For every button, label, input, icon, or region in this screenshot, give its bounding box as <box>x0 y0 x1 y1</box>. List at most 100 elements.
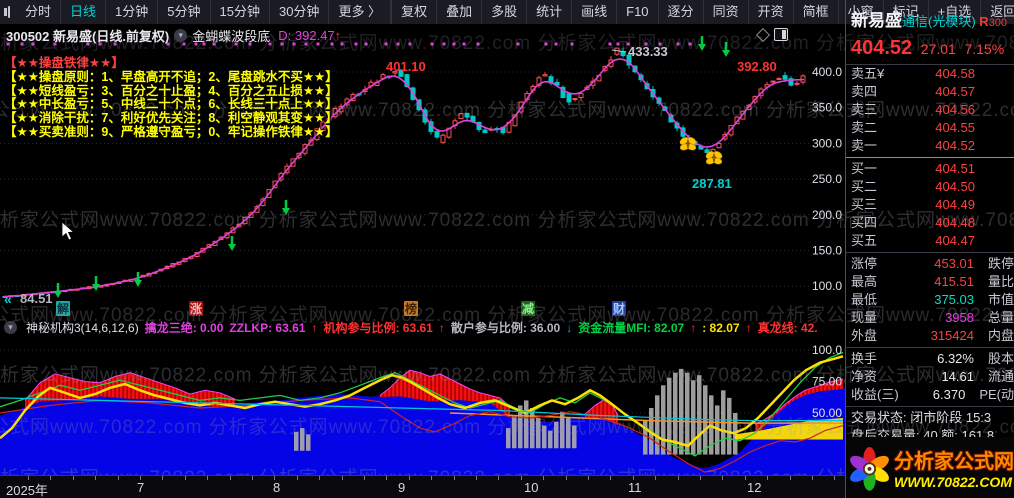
layout-window-icon[interactable] <box>4 6 10 18</box>
stats-block-1: 涨停 453.01 跌停 最高 415.51 量比 最低 375.03 市值 现量 3958 总量 外盘… <box>845 255 1014 345</box>
stat-row-现量: 现量 3958 总量 <box>845 309 1014 327</box>
stat-value: 14.61 <box>941 369 974 384</box>
indicator-value: 神秘机构3(14,6,12,6) <box>26 320 139 335</box>
ask-row-卖二[interactable]: 卖二 404.55 <box>845 119 1014 137</box>
level-price: 404.51 <box>935 161 975 176</box>
stat-label-2: 跌停 <box>987 256 1014 271</box>
event-marker-榜[interactable]: 榜 <box>404 301 418 316</box>
ask-row-卖三[interactable]: 卖三 404.56 <box>845 101 1014 119</box>
stats-block-2: 换手 6.32% 股本 净资 14.61 流通 收益(三) 6.370 PE(动 <box>845 350 1014 404</box>
stat-row-外盘: 外盘 315424 内盘 <box>845 327 1014 345</box>
menu-item-30分钟[interactable]: 30分钟 <box>270 0 330 24</box>
event-marker-涨[interactable]: 涨 <box>189 301 203 316</box>
menu-item-逐分[interactable]: 逐分 <box>659 0 704 24</box>
stat-row-换手: 换手 6.32% 股本 <box>845 350 1014 368</box>
trading-rules-overlay: 【★★操盘铁律★★】 【★★操盘原则：1、早盘高开不追；2、尾盘跳水不买★★】【… <box>4 56 338 140</box>
stat-label: 净资 <box>851 369 878 384</box>
level-label: 卖四 <box>851 84 878 99</box>
axis-tick <box>162 476 163 480</box>
menu-item-1分钟[interactable]: 1分钟 <box>106 0 159 24</box>
axis-tick <box>409 476 410 480</box>
divider <box>845 252 1014 253</box>
sell-signal-arrow-icon <box>92 276 100 291</box>
menu-item-开资[interactable]: 开资 <box>749 0 794 24</box>
stat-label: 涨停 <box>851 256 878 271</box>
menu-item-同资[interactable]: 同资 <box>704 0 749 24</box>
event-marker-减[interactable]: 减 <box>521 301 535 316</box>
menu-item-画线[interactable]: 画线 <box>572 0 618 24</box>
axis-tick <box>274 476 275 480</box>
divider <box>845 406 1014 407</box>
date-axis: 2025年 7 8 9 10 11 12 <box>0 475 845 498</box>
level-price: 404.56 <box>935 102 975 117</box>
bid-row-买三[interactable]: 买三 404.49 <box>845 196 1014 214</box>
stat-value: 6.370 <box>932 387 966 402</box>
svg-text:200.0: 200.0 <box>812 208 842 222</box>
menu-item-统计[interactable]: 统计 <box>527 0 573 24</box>
level-price: 404.50 <box>935 179 975 194</box>
stat-label: 收益(三) <box>851 387 899 402</box>
svg-text:400.0: 400.0 <box>812 65 842 79</box>
axis-tick <box>140 476 141 480</box>
menu-item-叠加[interactable]: 叠加 <box>437 0 483 24</box>
indicator-value: ↑ <box>438 320 445 335</box>
trading-app-window: 分时 日线 1分钟 5分钟 15分钟 30分钟 更多 〉 复权 叠加 多股 统计 画线 F10 逐分 同资… <box>0 0 1014 498</box>
menu-item-复权[interactable]: 复权 <box>392 0 438 24</box>
event-marker-财[interactable]: 财 <box>612 301 626 316</box>
axis-tick <box>834 476 835 480</box>
menu-item-15分钟[interactable]: 15分钟 <box>211 0 270 24</box>
svg-text:100.0: 100.0 <box>812 279 842 293</box>
axis-tick <box>185 476 186 480</box>
level-label: 买五 <box>851 233 878 248</box>
site-logo[interactable]: 分析家公式网 WWW.70822.COM <box>845 437 1014 498</box>
bid-row-买二[interactable]: 买二 404.50 <box>845 178 1014 196</box>
last-price-row: 404.52 27.01 7.15% <box>845 31 1014 65</box>
ask-row-卖一[interactable]: 卖一 404.52 <box>845 137 1014 155</box>
axis-tick <box>207 476 208 480</box>
bid-row-买五[interactable]: 买五 404.47 <box>845 232 1014 250</box>
rules-title: 【★★操盘铁律★★】 <box>4 56 124 70</box>
indicator-value: 散户参与比例: 36.00 <box>450 320 561 335</box>
stat-value: 375.03 <box>934 292 974 307</box>
axis-tick <box>678 476 679 480</box>
bid-row-买一[interactable]: 买一 404.51 <box>845 160 1014 178</box>
axis-tick <box>722 476 723 480</box>
level-label: 买三 <box>851 197 878 212</box>
logo-url: WWW.70822.COM <box>894 474 1012 490</box>
stat-label: 现量 <box>851 310 878 325</box>
menu-item-分时[interactable]: 分时 <box>16 0 62 24</box>
panel-divider[interactable] <box>845 0 846 498</box>
stat-label: 换手 <box>851 351 878 366</box>
level-label: 买一 <box>851 161 878 176</box>
chart-corner-icons <box>755 27 788 42</box>
ask-row-卖四[interactable]: 卖四 404.57 <box>845 83 1014 101</box>
event-marker-解[interactable]: 解 <box>56 301 70 316</box>
bid-row-买四[interactable]: 买四 404.48 <box>845 214 1014 232</box>
indicator-d-value: D: 392.47 <box>278 27 335 43</box>
split-pane-icon[interactable] <box>774 28 788 41</box>
axis-tick <box>588 476 589 480</box>
quote-header: 新易盛通信(光模块) R300 <box>845 0 1014 31</box>
bid-levels: 买一 404.51 买二 404.50 买三 404.49 买四 404.48 买五 404.47 <box>845 160 1014 250</box>
divider <box>845 347 1014 348</box>
diamond-icon[interactable] <box>755 27 771 42</box>
ask-row-卖五[interactable]: 卖五¥ 404.58 <box>845 65 1014 83</box>
collapse-indicator-icon[interactable]: ▾ <box>4 320 17 334</box>
axis-tick <box>230 476 231 480</box>
stat-label-2: 市值 <box>987 292 1014 307</box>
axis-tick <box>386 476 387 480</box>
menu-item-日线[interactable]: 日线 <box>61 0 107 24</box>
svg-text:75.00: 75.00 <box>812 375 842 389</box>
svg-text:401.10: 401.10 <box>386 59 426 74</box>
axis-tick <box>50 476 51 480</box>
menu-item-F10[interactable]: F10 <box>617 0 659 24</box>
indicator-value: ↑ <box>311 320 318 335</box>
menu-item-多股[interactable]: 多股 <box>482 0 528 24</box>
stat-row-收益(三): 收益(三) 6.370 PE(动 <box>845 386 1014 404</box>
menu-item-5分钟[interactable]: 5分钟 <box>158 0 211 24</box>
menu-item-简框[interactable]: 简框 <box>794 0 839 24</box>
chevron-down-icon[interactable]: ▾ <box>174 28 188 42</box>
rules-lines: 【★★操盘原则：1、早盘高开不追；2、尾盘跳水不买★★】 【★★短线盈亏：3、百分… <box>4 70 338 140</box>
trade-status-line: 交易状态: 闭市阶段 15:3 <box>851 410 992 425</box>
menu-item-更多 〉[interactable]: 更多 〉 <box>329 0 392 24</box>
